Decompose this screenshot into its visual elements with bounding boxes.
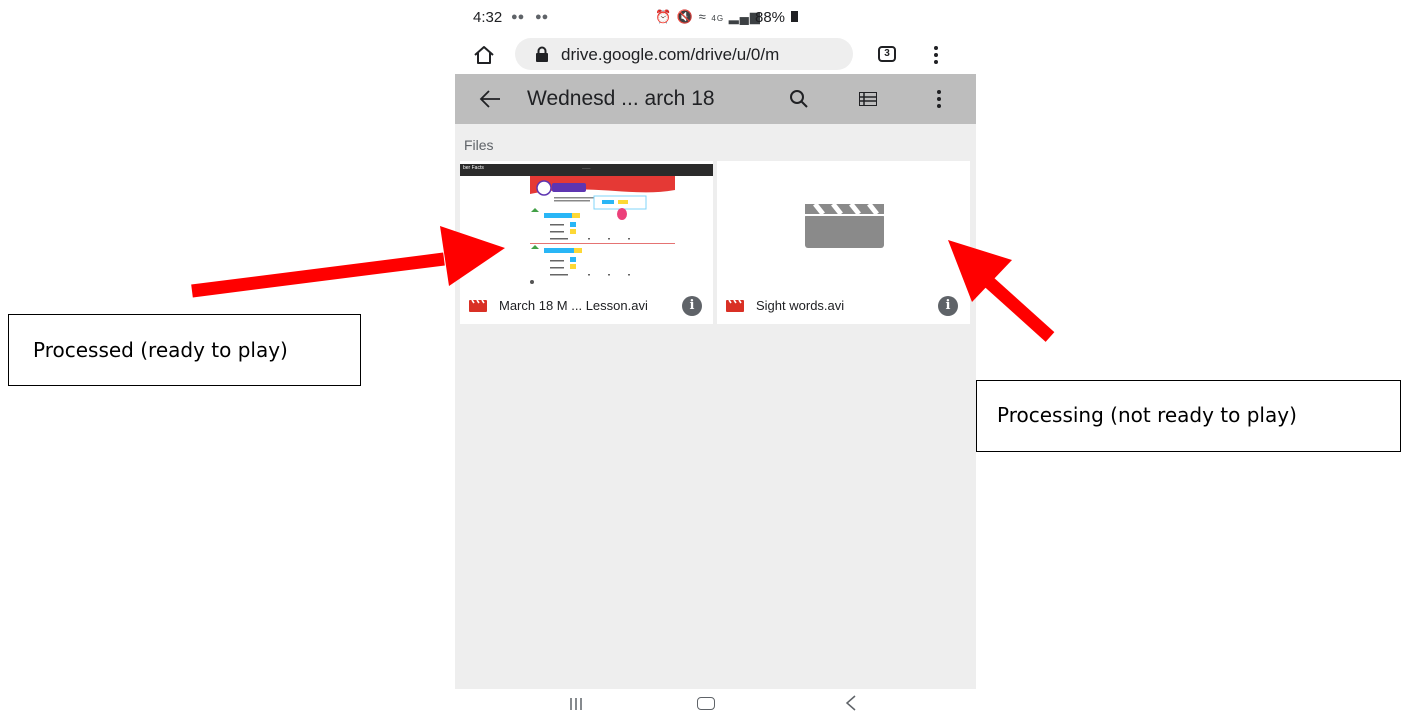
- processing-callout: Processing (not ready to play): [976, 380, 1401, 452]
- right-arrow: [948, 240, 1055, 342]
- processed-callout: Processed (ready to play): [8, 314, 361, 386]
- processing-callout-text: Processing (not ready to play): [997, 403, 1297, 427]
- left-arrow: [191, 226, 505, 298]
- processed-callout-text: Processed (ready to play): [33, 338, 288, 362]
